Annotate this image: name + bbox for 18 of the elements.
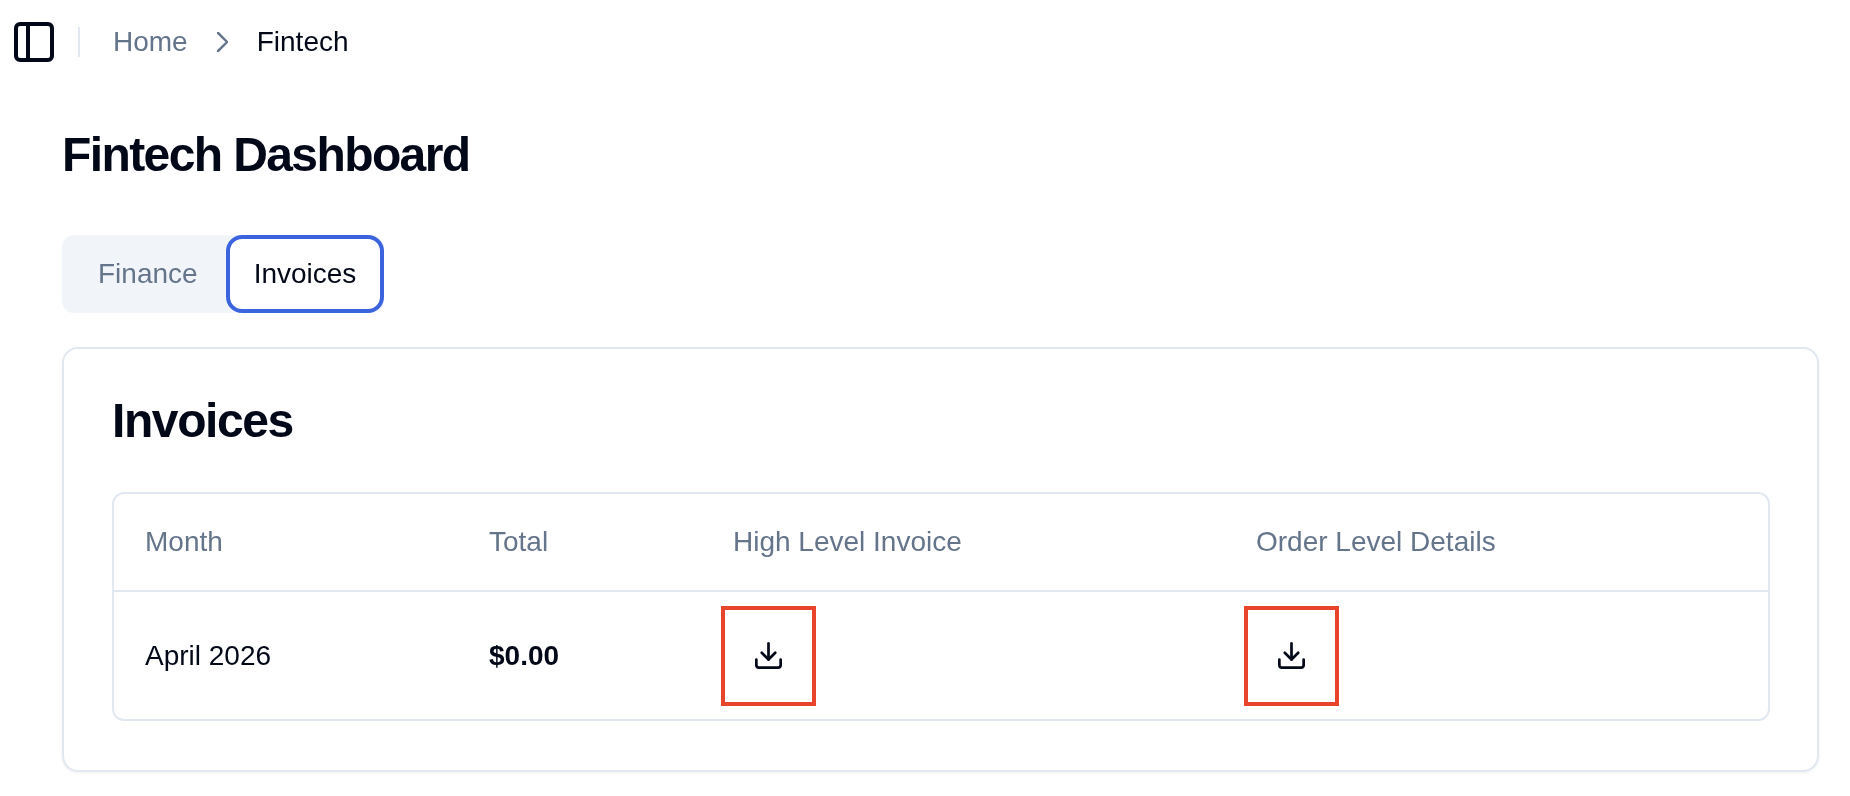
download-button[interactable] bbox=[721, 605, 816, 706]
sidebar-toggle-icon[interactable] bbox=[14, 22, 54, 62]
tab[interactable]: Finance bbox=[70, 235, 226, 313]
breadcrumb-link[interactable]: Home bbox=[113, 25, 188, 59]
download-icon bbox=[1278, 642, 1305, 669]
chevron-right-icon bbox=[216, 32, 228, 52]
column-header: Order Level Details bbox=[1256, 526, 1496, 558]
column-header: Month bbox=[145, 526, 223, 558]
card-title: Invoices bbox=[112, 397, 294, 445]
column-header: High Level Invoice bbox=[733, 526, 962, 558]
download-icon bbox=[755, 642, 782, 669]
column-header: Total bbox=[489, 526, 549, 558]
breadcrumb-page: Fintech bbox=[256, 25, 349, 59]
download-button[interactable] bbox=[1244, 605, 1339, 706]
tab[interactable]: Invoices bbox=[225, 235, 385, 313]
table-cell: $0.00 bbox=[489, 639, 560, 672]
page-title: Fintech Dashboard bbox=[62, 127, 471, 183]
table-cell: April 2026 bbox=[145, 639, 272, 672]
